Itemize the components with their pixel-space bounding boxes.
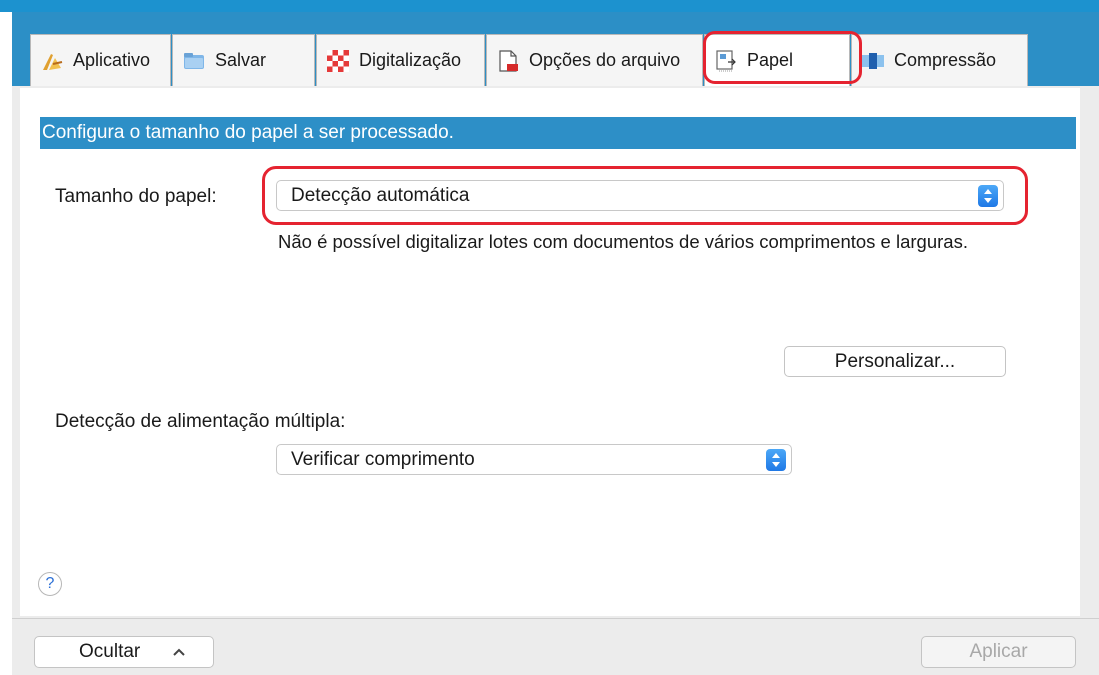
tab-file-options[interactable]: Opções do arquivo	[486, 34, 703, 86]
paper-size-note: Não é possível digitalizar lotes com doc…	[278, 231, 968, 252]
tab-paper-label: Papel	[747, 50, 794, 70]
tab-save[interactable]: Salvar	[172, 34, 315, 86]
multifeed-label: Detecção de alimentação múltipla:	[55, 411, 346, 432]
tab-application-label: Aplicativo	[73, 50, 151, 70]
window-top-bar	[0, 0, 1099, 12]
multifeed-select[interactable]: Verificar comprimento	[276, 444, 792, 475]
paper-size-select[interactable]: Detecção automática	[276, 180, 1004, 211]
section-banner: Configura o tamanho do papel a ser proce…	[40, 117, 1076, 149]
paper-size-value: Detecção automática	[291, 184, 470, 206]
hide-button[interactable]: Ocultar	[34, 636, 214, 668]
tab-paper[interactable]: Papel	[704, 34, 850, 86]
select-stepper-icon	[978, 184, 998, 207]
hide-button-label: Ocultar	[79, 641, 141, 662]
tab-save-label: Salvar	[215, 50, 267, 70]
paper-icon	[715, 49, 737, 72]
file-options-icon	[497, 49, 519, 72]
help-button[interactable]: ?	[38, 572, 62, 596]
scan-icon	[327, 49, 349, 72]
paper-size-label: Tamanho do papel:	[55, 186, 217, 207]
customize-button[interactable]: Personalizar...	[784, 346, 1006, 377]
folder-icon	[183, 50, 205, 72]
chevron-up-icon	[172, 641, 186, 663]
footer-divider	[12, 618, 1099, 619]
multifeed-value: Verificar comprimento	[291, 448, 475, 470]
tab-scan-label: Digitalização	[359, 50, 462, 70]
tab-file-options-label: Opções do arquivo	[529, 50, 681, 70]
tab-scan[interactable]: Digitalização	[316, 34, 485, 86]
tab-compression-label: Compressão	[894, 50, 997, 70]
compression-icon	[862, 50, 884, 72]
select-stepper-icon	[766, 448, 786, 471]
tab-compression[interactable]: Compressão	[851, 34, 1028, 86]
application-icon	[41, 50, 63, 72]
tab-application[interactable]: Aplicativo	[30, 34, 171, 86]
tab-toolbar: Aplicativo Salvar Digitalização Opções d…	[12, 12, 1099, 86]
apply-button[interactable]: Aplicar	[921, 636, 1076, 668]
